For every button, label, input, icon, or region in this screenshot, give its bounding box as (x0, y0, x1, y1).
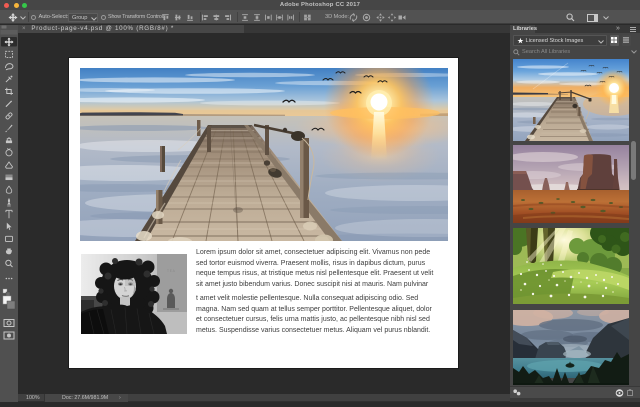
svg-text:T E A: T E A (167, 269, 176, 273)
